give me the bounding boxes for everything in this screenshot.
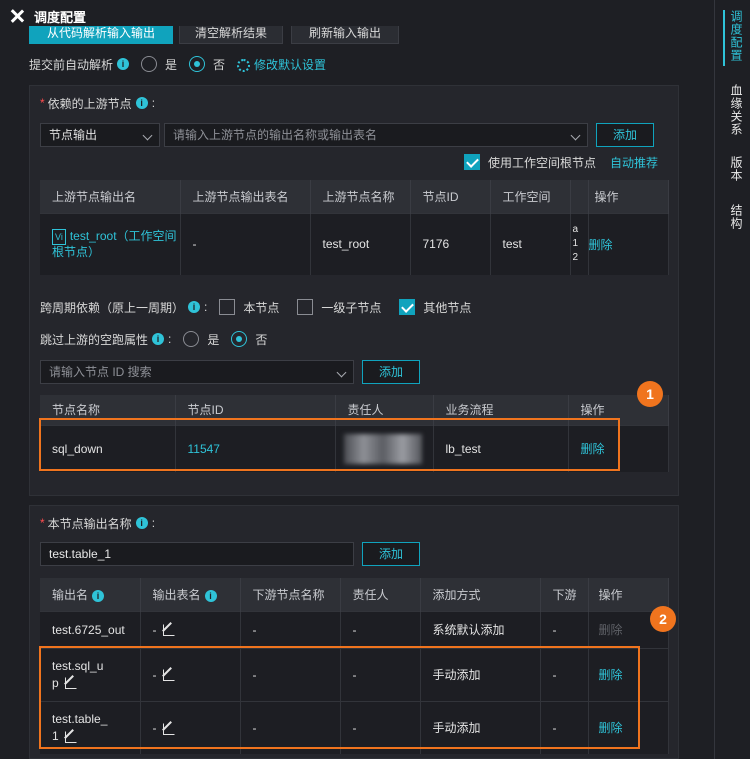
self-node-checkbox[interactable] bbox=[219, 299, 236, 315]
right-tab-bar: 调度配置 血缘关系 版本 结构 bbox=[714, 0, 750, 759]
column-header: 上游节点名称 bbox=[310, 180, 411, 213]
table-cell: a 1 2 bbox=[570, 212, 589, 275]
table-cell: 系统默认添加 bbox=[420, 610, 541, 648]
node-type-badge: Vi bbox=[52, 229, 66, 246]
auto-parse-row: 提交前自动解析 i 是 否 修改默认设置 bbox=[29, 54, 326, 74]
info-icon: i bbox=[135, 517, 148, 529]
active-tab-indicator bbox=[723, 10, 725, 66]
delete-link[interactable]: 删除 bbox=[588, 212, 669, 275]
column-header bbox=[570, 180, 589, 213]
tab-structure[interactable]: 结构 bbox=[728, 204, 745, 230]
info-icon: i bbox=[188, 301, 201, 313]
chevron-down-icon bbox=[142, 130, 153, 141]
info-icon: i bbox=[135, 97, 148, 109]
info-icon: i bbox=[92, 589, 105, 602]
other-node-checkbox[interactable] bbox=[399, 299, 416, 315]
tab-version[interactable]: 版本 bbox=[728, 156, 745, 182]
child-node-label: 一级子节点 bbox=[321, 300, 382, 315]
column-header: 节点ID bbox=[410, 180, 491, 213]
close-icon[interactable] bbox=[10, 9, 24, 23]
upstream-type-select[interactable]: 节点输出 bbox=[40, 123, 160, 147]
info-icon: i bbox=[117, 58, 130, 70]
use-root-checkbox[interactable] bbox=[464, 154, 480, 170]
table-header: 输出名 i 输出表名 i 下游节点名称 责任人 添加方式 下游 操作 bbox=[40, 578, 669, 611]
auto-parse-no-radio[interactable] bbox=[189, 56, 206, 72]
window-title: 调度配置 bbox=[34, 9, 87, 25]
upstream-search-input[interactable]: 请输入上游节点的输出名称或输出表名 bbox=[164, 123, 588, 147]
column-header: 上游节点输出表名 bbox=[180, 180, 311, 213]
highlight-box-2 bbox=[39, 646, 640, 749]
use-root-label: 使用工作空间根节点 bbox=[488, 155, 597, 170]
table-cell: test_root bbox=[310, 212, 411, 275]
table-cell: - bbox=[140, 610, 241, 648]
skip-dry-yes-label: 是 bbox=[207, 332, 220, 347]
other-node-label: 其他节点 bbox=[423, 300, 472, 315]
skip-dry-no-radio[interactable] bbox=[231, 331, 248, 347]
output-add-button[interactable]: 添加 bbox=[362, 542, 420, 566]
callout-number-2: 2 bbox=[650, 606, 676, 632]
column-header: 责任人 bbox=[340, 578, 421, 611]
table-cell: 7176 bbox=[410, 212, 491, 275]
column-header: 操作 bbox=[588, 180, 669, 213]
info-icon: i bbox=[152, 333, 165, 345]
auto-parse-no-label: 否 bbox=[213, 57, 226, 72]
column-header: 下游节点名称 bbox=[240, 578, 341, 611]
parse-code-button[interactable]: 从代码解析输入输出 bbox=[29, 26, 173, 44]
node-id-search-input[interactable]: 请输入节点 ID 搜索 bbox=[40, 360, 354, 384]
clear-parse-button[interactable]: 清空解析结果 bbox=[179, 26, 283, 44]
auto-parse-yes-radio[interactable] bbox=[141, 56, 158, 72]
tab-schedule-config[interactable]: 调度配置 bbox=[728, 10, 745, 62]
column-header: 下游 bbox=[540, 578, 589, 611]
output-name-input[interactable]: test.table_1 bbox=[40, 542, 354, 566]
upstream-output-name-cell: Vi test_root（工作空间根节点） bbox=[40, 212, 181, 275]
upstream-label: 依赖的上游节点 bbox=[47, 96, 132, 111]
gear-icon bbox=[237, 58, 251, 72]
auto-parse-label: 提交前自动解析 bbox=[29, 57, 114, 72]
column-header: 上游节点输出名 bbox=[40, 180, 181, 213]
skip-dry-yes-radio[interactable] bbox=[183, 331, 200, 347]
column-header: 工作空间 bbox=[490, 180, 571, 213]
column-header: 添加方式 bbox=[420, 578, 541, 611]
table-cell: test.6725_out bbox=[40, 610, 141, 648]
edit-icon[interactable] bbox=[162, 624, 175, 637]
skip-dry-label: 跳过上游的空跑属性 bbox=[40, 332, 149, 347]
tab-lineage[interactable]: 血缘关系 bbox=[728, 84, 745, 136]
refresh-io-button[interactable]: 刷新输入输出 bbox=[291, 26, 399, 44]
column-header: 输出名 i bbox=[40, 578, 141, 611]
table-cell: test bbox=[490, 212, 571, 275]
callout-number-1: 1 bbox=[637, 381, 663, 407]
table-cell: - bbox=[340, 610, 421, 648]
use-root-row: 使用工作空间根节点 自动推荐 bbox=[452, 153, 658, 171]
info-icon: i bbox=[204, 589, 217, 602]
modify-default-link[interactable]: 修改默认设置 bbox=[237, 56, 326, 73]
upstream-table: 上游节点输出名 上游节点输出表名 上游节点名称 节点ID 工作空间 操作 Vi t… bbox=[40, 180, 669, 275]
column-header: 输出表名 i bbox=[140, 578, 241, 611]
child-node-checkbox[interactable] bbox=[297, 299, 314, 315]
cross-cycle-label: 跨周期依赖（原上一周期） bbox=[40, 300, 185, 315]
table-cell: - bbox=[540, 610, 589, 648]
self-node-label: 本节点 bbox=[243, 300, 280, 315]
table-row: Vi test_root（工作空间根节点） - test_root 7176 te… bbox=[40, 212, 669, 275]
node-add-button[interactable]: 添加 bbox=[362, 360, 420, 384]
output-label: 本节点输出名称 bbox=[47, 516, 132, 531]
table-header: 上游节点输出名 上游节点输出表名 上游节点名称 节点ID 工作空间 操作 bbox=[40, 180, 669, 213]
upstream-add-button[interactable]: 添加 bbox=[596, 123, 654, 147]
output-label-row: * 本节点输出名称 i: bbox=[40, 516, 156, 531]
highlight-box-1 bbox=[39, 418, 620, 471]
table-cell: - bbox=[240, 610, 341, 648]
column-header: 操作 bbox=[588, 578, 669, 611]
cross-cycle-row: 跨周期依赖（原上一周期） i: 本节点 一级子节点 其他节点 bbox=[40, 299, 472, 315]
upstream-label-row: * 依赖的上游节点 i: bbox=[40, 96, 156, 111]
auto-parse-yes-label: 是 bbox=[165, 57, 178, 72]
table-row: test.6725_out - - - 系统默认添加 - 删除 bbox=[40, 610, 669, 648]
chevron-down-icon bbox=[570, 130, 581, 141]
chevron-down-icon bbox=[336, 367, 347, 378]
skip-dry-row: 跳过上游的空跑属性 i: 是 否 bbox=[40, 331, 268, 347]
auto-recommend-link[interactable]: 自动推荐 bbox=[610, 154, 658, 171]
skip-dry-no-label: 否 bbox=[255, 332, 268, 347]
table-cell: - bbox=[180, 212, 311, 275]
